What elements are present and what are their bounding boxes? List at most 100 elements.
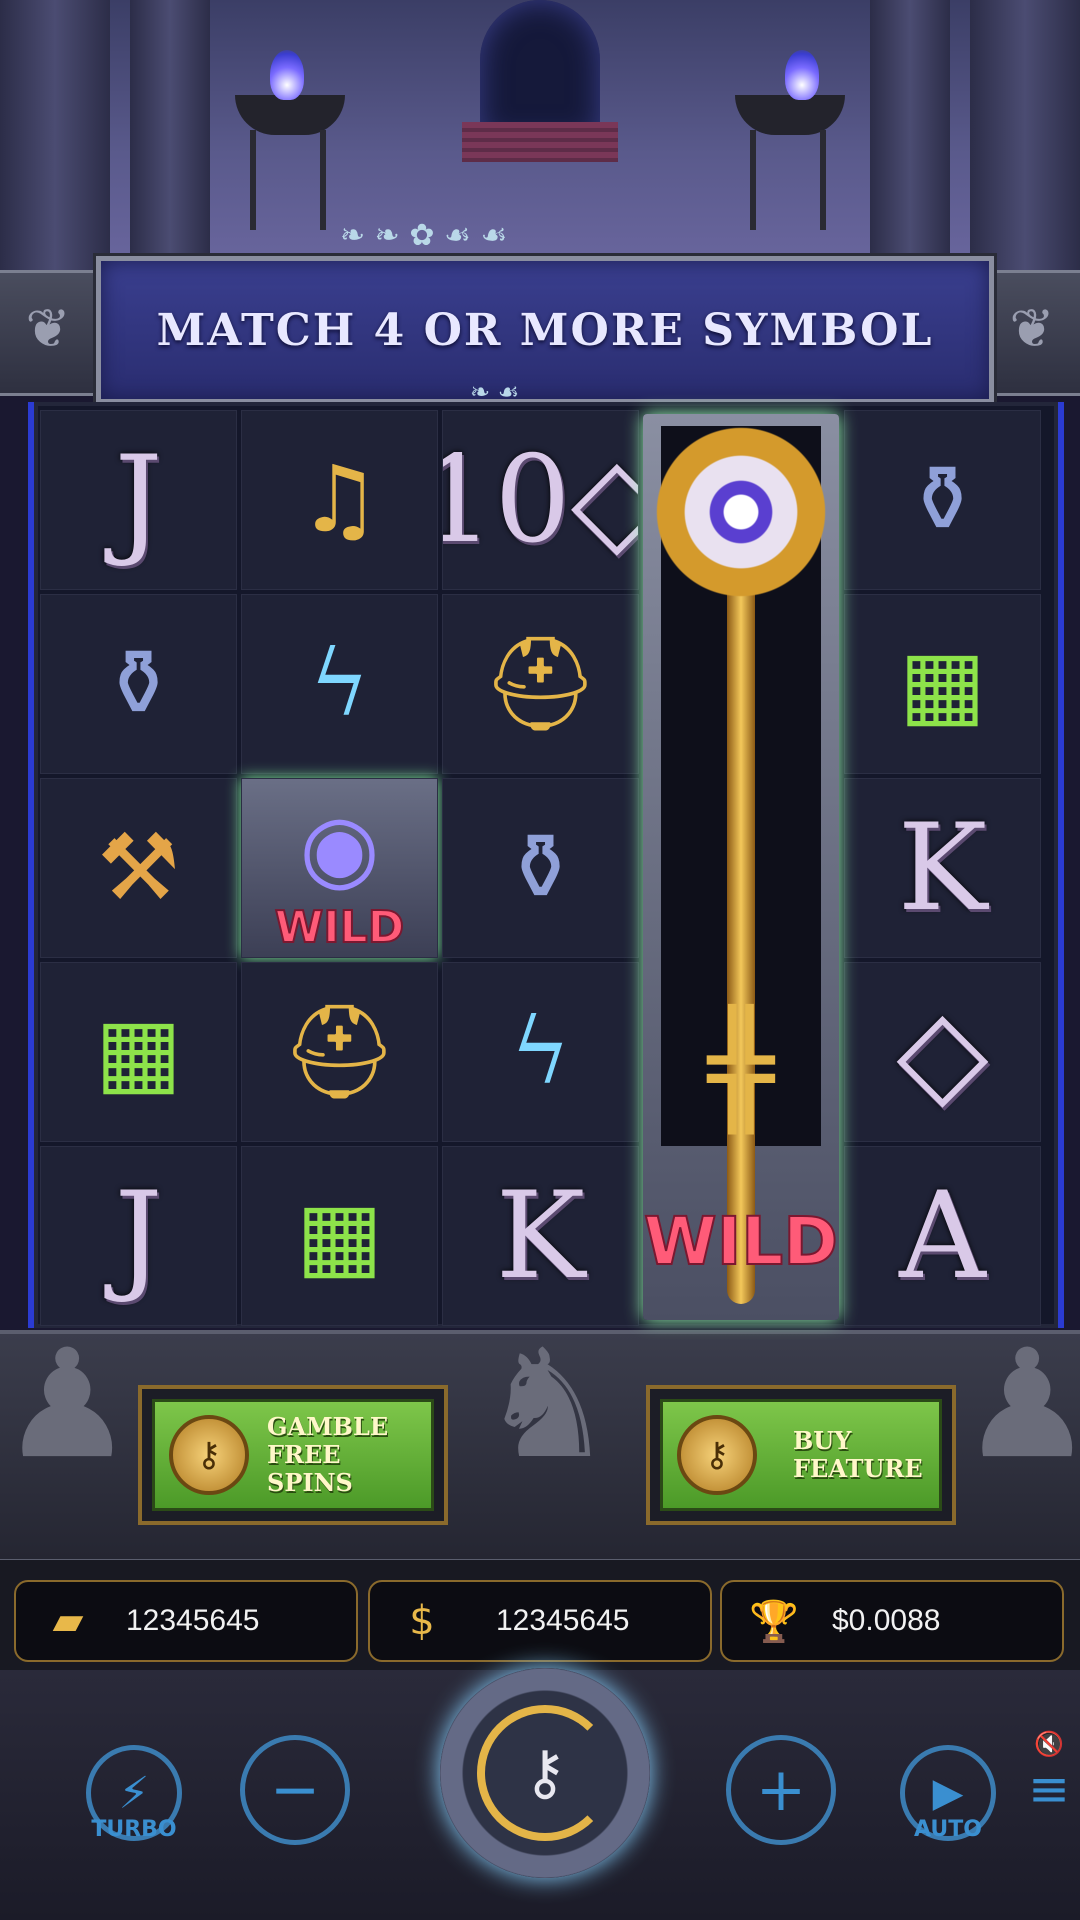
golden-key-shaft [727, 564, 755, 1304]
reel-cell: ϟ [241, 594, 438, 774]
statue-decoration: ♟ [0, 1318, 135, 1492]
lyre-icon: ♫ [298, 446, 381, 553]
wallet-icon: ▰ [52, 1598, 84, 1644]
bet-value: 12345645 [496, 1604, 630, 1637]
lightning-icon: ⚡ [118, 1767, 150, 1819]
green-chest-icon: ▦ [899, 630, 986, 737]
menu-icon[interactable]: ≡ [1028, 1760, 1070, 1818]
helmet-icon: ⛑ [281, 998, 398, 1105]
reel-cell: J [40, 410, 237, 590]
reel-cell: J [40, 1146, 237, 1326]
temple-pillar [130, 0, 210, 270]
vase-icon: ⚱ [903, 446, 982, 553]
reel-cell: ⚒ [40, 778, 237, 958]
reel-cell: K [844, 778, 1041, 958]
bet-display: $ 12345645 [368, 1580, 712, 1662]
card-symbol: J [114, 1166, 163, 1306]
card-symbol: ◇ [896, 982, 989, 1122]
reel-cell: ◇ [844, 962, 1041, 1142]
wild-label: WILD [274, 901, 405, 954]
brazier-leg [820, 130, 826, 230]
button-label-line: BUY [793, 1426, 852, 1455]
reel-cell: ⚱ [844, 410, 1041, 590]
win-value: $0.0088 [832, 1604, 941, 1637]
reel-cell: WILD ◉ [241, 778, 438, 958]
keyhole-icon: ⚷ [523, 1738, 567, 1808]
helmet-icon: ⛑ [482, 630, 599, 737]
brazier-leg [320, 130, 326, 230]
reel-cell: ϟ [442, 962, 639, 1142]
card-symbol: K [897, 798, 988, 938]
auto-label: AUTO [914, 1817, 982, 1842]
button-label-line: FREE SPINS [267, 1440, 353, 1497]
eye-key-icon [635, 422, 847, 602]
increase-bet-button[interactable]: + [726, 1735, 836, 1845]
card-symbol: K [495, 1166, 586, 1306]
reel-cell: ⚱ [442, 778, 639, 958]
minus-icon: − [269, 1755, 321, 1825]
reel-cell: ⚱ [40, 594, 237, 774]
play-icon: ▶ [932, 1770, 964, 1816]
temple-pillar [0, 0, 110, 270]
temple-stairs [462, 122, 618, 162]
balance-display: ▰ 12345645 [14, 1580, 358, 1662]
temple-doorway [480, 0, 600, 140]
reel-grid: J♫10◇⚱⚱ϟ⛑▦⚒WILD◉⚱K▦⛑ϟ◇J▦KA [40, 410, 1041, 1326]
button-label: GAMBLE FREE SPINS [267, 1413, 431, 1497]
blue-flame-icon [785, 50, 819, 100]
reel-cell: A [844, 1146, 1041, 1326]
win-display: 🏆 $0.0088 [720, 1580, 1064, 1662]
card-symbol: A [899, 1166, 986, 1306]
buy-feature-button[interactable]: ⚷ BUY FEATURE [646, 1385, 956, 1525]
reel-cell: ⛑ [241, 962, 438, 1142]
wild-label: WILD [643, 1202, 839, 1281]
statue-decoration: ♟ [960, 1318, 1080, 1492]
green-chest-icon: ▦ [95, 998, 182, 1105]
blue-flame-icon [270, 50, 304, 100]
key-bit-icon: ╬ [707, 1005, 775, 1133]
plus-icon: + [755, 1755, 807, 1825]
spin-button[interactable]: ⚷ [440, 1668, 650, 1878]
decrease-bet-button[interactable]: − [240, 1735, 350, 1845]
turbo-button[interactable]: ⚡ TURBO [86, 1745, 182, 1842]
gamble-free-spins-button[interactable]: ⚷ GAMBLE FREE SPINS [138, 1385, 448, 1525]
reel-cell: ▦ [40, 962, 237, 1142]
button-label-line: FEATURE [793, 1454, 923, 1483]
palmette-ornament-icon: ❦ [25, 297, 71, 360]
laurel-lightning-icon: ϟ [309, 630, 370, 737]
brazier-leg [750, 130, 756, 230]
palmette-ornament-icon: ❦ [1009, 297, 1055, 360]
button-label-line: GAMBLE [267, 1412, 389, 1441]
reel-cell: 10◇ [442, 410, 639, 590]
trophy-icon: 🏆 [749, 1598, 799, 1645]
keyhole-coin-icon: ⚷ [677, 1415, 757, 1495]
keyhole-coin-icon: ⚷ [169, 1415, 249, 1495]
reel-cell: ⛑ [442, 594, 639, 774]
card-symbol: 10◇ [443, 430, 638, 570]
button-face: ⚷ GAMBLE FREE SPINS [152, 1399, 434, 1511]
turbo-label: TURBO [91, 1817, 177, 1842]
button-label: BUY FEATURE [793, 1427, 923, 1483]
banner-text: MATCH 4 OR MORE SYMBOL [156, 304, 934, 356]
temple-pillar [970, 0, 1080, 270]
statue-decoration: ♞ [480, 1318, 615, 1492]
laurel-ornament-icon: ❧ ❧ ✿ ☙ ☙ [340, 218, 508, 253]
reel-cell: K [442, 1146, 639, 1326]
laurel-lightning-icon: ϟ [510, 998, 571, 1105]
vase-icon: ⚱ [501, 814, 580, 921]
brazier-leg [250, 130, 256, 230]
reel-cell: ♫ [241, 410, 438, 590]
message-banner: MATCH 4 OR MORE SYMBOL [96, 256, 994, 404]
hammer-icon: ⚒ [97, 814, 180, 921]
vase-icon: ⚱ [99, 630, 178, 737]
card-symbol: J [114, 430, 163, 570]
coin-stack-icon: $ [409, 1598, 435, 1644]
button-face: ⚷ BUY FEATURE [660, 1399, 942, 1511]
expanded-key-wild-reel: ╬ WILD [635, 414, 847, 1320]
balance-value: 12345645 [126, 1604, 260, 1637]
sound-muted-icon[interactable]: 🔇 [1034, 1730, 1064, 1758]
spin-ring: ⚷ [477, 1705, 613, 1841]
eye-wild-icon: ◉ [299, 794, 380, 901]
auto-spin-button[interactable]: ▶ AUTO [900, 1745, 996, 1842]
reel-cell: ▦ [844, 594, 1041, 774]
